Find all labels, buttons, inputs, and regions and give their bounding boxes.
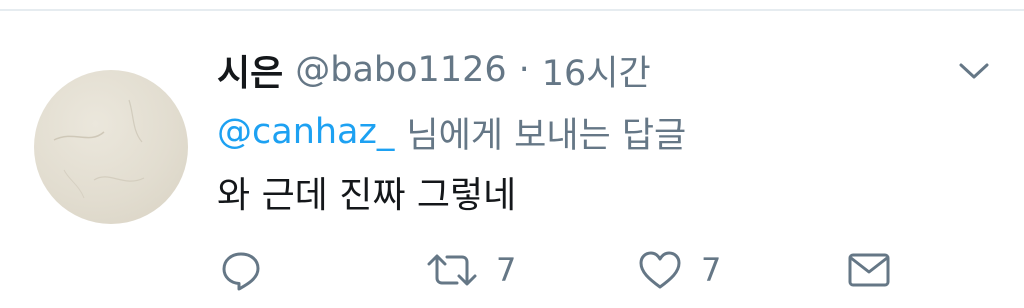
retweet-count: 7 — [496, 251, 517, 289]
chevron-down-icon — [959, 63, 989, 79]
more-options-button[interactable] — [953, 58, 995, 84]
like-count: 7 — [701, 251, 722, 289]
separator-dot: · — [518, 50, 530, 90]
reply-context: @canhaz_ 님에게 보내는 답글 — [217, 106, 686, 158]
tweet-text: 와 근데 진짜 그렇네 — [217, 175, 517, 216]
top-divider — [0, 9, 1024, 11]
reply-mention-link[interactable]: @canhaz_ — [217, 112, 394, 152]
direct-message-button[interactable] — [846, 246, 910, 294]
comment-icon — [222, 252, 260, 291]
timestamp[interactable]: 16시간 — [542, 45, 651, 96]
avatar-texture — [53, 99, 145, 199]
reply-context-label: 님에게 보내는 답글 — [406, 115, 687, 156]
user-handle[interactable]: @babo1126 — [295, 50, 506, 90]
retweet-icon — [427, 254, 477, 286]
heart-icon — [639, 251, 681, 289]
tweet-header: 시은 @babo1126 · 16시간 — [217, 44, 651, 96]
reply-button[interactable] — [219, 246, 281, 294]
envelope-icon — [848, 253, 890, 287]
like-button[interactable]: 7 — [637, 246, 721, 294]
retweet-button[interactable]: 7 — [426, 246, 516, 294]
display-name[interactable]: 시은 — [217, 44, 283, 96]
avatar[interactable] — [34, 70, 188, 224]
